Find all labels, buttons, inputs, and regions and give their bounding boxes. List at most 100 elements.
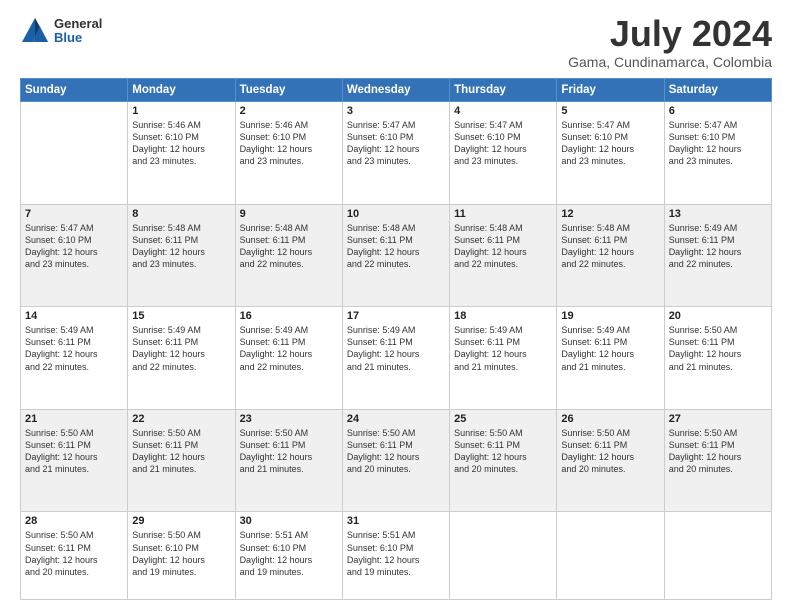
day-number: 3 bbox=[347, 105, 445, 117]
day-info: Sunrise: 5:49 AM Sunset: 6:11 PM Dayligh… bbox=[25, 324, 123, 373]
day-number: 30 bbox=[240, 515, 338, 527]
calendar-cell: 22 Sunrise: 5:50 AM Sunset: 6:11 PM Dayli… bbox=[128, 409, 235, 512]
col-wednesday: Wednesday bbox=[342, 79, 449, 102]
calendar-cell: 10Sunrise: 5:48 AM Sunset: 6:11 PM Dayli… bbox=[342, 204, 449, 307]
day-number: 22 bbox=[132, 413, 230, 425]
day-info: Sunrise: 5:50 AM Sunset: 6:11 PM Dayligh… bbox=[240, 427, 338, 476]
day-info: Sunrise: 5:46 AM Sunset: 6:10 PM Dayligh… bbox=[132, 119, 230, 168]
day-info: Sunrise: 5:48 AM Sunset: 6:11 PM Dayligh… bbox=[240, 222, 338, 271]
day-number: 10 bbox=[347, 208, 445, 220]
calendar-cell: 8Sunrise: 5:48 AM Sunset: 6:11 PM Daylig… bbox=[128, 204, 235, 307]
day-info: Sunrise: 5:49 AM Sunset: 6:11 PM Dayligh… bbox=[561, 324, 659, 373]
calendar-cell: 21 Sunrise: 5:50 AM Sunset: 6:11 PM Dayli… bbox=[21, 409, 128, 512]
calendar-cell bbox=[450, 512, 557, 600]
day-info: Sunrise: 5:50 AM Sunset: 6:11 PM Dayligh… bbox=[561, 427, 659, 476]
col-saturday: Saturday bbox=[664, 79, 771, 102]
day-info: Sunrise: 5:51 AM Sunset: 6:10 PM Dayligh… bbox=[240, 529, 338, 578]
day-number: 31 bbox=[347, 515, 445, 527]
col-tuesday: Tuesday bbox=[235, 79, 342, 102]
calendar-cell: 1 Sunrise: 5:46 AM Sunset: 6:10 PM Daylig… bbox=[128, 102, 235, 205]
day-number: 5 bbox=[561, 105, 659, 117]
calendar-cell: 14Sunrise: 5:49 AM Sunset: 6:11 PM Dayli… bbox=[21, 307, 128, 410]
day-number: 4 bbox=[454, 105, 552, 117]
day-info: Sunrise: 5:50 AM Sunset: 6:11 PM Dayligh… bbox=[347, 427, 445, 476]
day-info: Sunrise: 5:50 AM Sunset: 6:11 PM Dayligh… bbox=[669, 324, 767, 373]
day-number: 6 bbox=[669, 105, 767, 117]
day-info: Sunrise: 5:47 AM Sunset: 6:10 PM Dayligh… bbox=[669, 119, 767, 168]
day-number: 29 bbox=[132, 515, 230, 527]
calendar-cell: 15 Sunrise: 5:49 AM Sunset: 6:11 PM Dayli… bbox=[128, 307, 235, 410]
week-row-1: 1 Sunrise: 5:46 AM Sunset: 6:10 PM Daylig… bbox=[21, 102, 772, 205]
day-info: Sunrise: 5:50 AM Sunset: 6:11 PM Dayligh… bbox=[132, 427, 230, 476]
calendar-cell: 24 Sunrise: 5:50 AM Sunset: 6:11 PM Dayli… bbox=[342, 409, 449, 512]
day-number: 7 bbox=[25, 208, 123, 220]
calendar-cell: 23 Sunrise: 5:50 AM Sunset: 6:11 PM Dayli… bbox=[235, 409, 342, 512]
day-info: Sunrise: 5:47 AM Sunset: 6:10 PM Dayligh… bbox=[347, 119, 445, 168]
day-number: 27 bbox=[669, 413, 767, 425]
day-info: Sunrise: 5:49 AM Sunset: 6:11 PM Dayligh… bbox=[669, 222, 767, 271]
day-number: 20 bbox=[669, 310, 767, 322]
day-info: Sunrise: 5:47 AM Sunset: 6:10 PM Dayligh… bbox=[454, 119, 552, 168]
day-info: Sunrise: 5:48 AM Sunset: 6:11 PM Dayligh… bbox=[454, 222, 552, 271]
calendar-cell bbox=[557, 512, 664, 600]
day-info: Sunrise: 5:50 AM Sunset: 6:10 PM Dayligh… bbox=[132, 529, 230, 578]
day-number: 1 bbox=[132, 105, 230, 117]
day-number: 13 bbox=[669, 208, 767, 220]
day-number: 16 bbox=[240, 310, 338, 322]
day-info: Sunrise: 5:50 AM Sunset: 6:11 PM Dayligh… bbox=[25, 427, 123, 476]
calendar-cell: 2 Sunrise: 5:46 AM Sunset: 6:10 PM Daylig… bbox=[235, 102, 342, 205]
col-monday: Monday bbox=[128, 79, 235, 102]
day-number: 8 bbox=[132, 208, 230, 220]
calendar-table: Sunday Monday Tuesday Wednesday Thursday… bbox=[20, 78, 772, 600]
calendar-cell: 30 Sunrise: 5:51 AM Sunset: 6:10 PM Dayli… bbox=[235, 512, 342, 600]
day-info: Sunrise: 5:46 AM Sunset: 6:10 PM Dayligh… bbox=[240, 119, 338, 168]
day-info: Sunrise: 5:47 AM Sunset: 6:10 PM Dayligh… bbox=[561, 119, 659, 168]
day-number: 21 bbox=[25, 413, 123, 425]
header: General Blue July 2024 Gama, Cundinamarc… bbox=[20, 16, 772, 70]
day-info: Sunrise: 5:48 AM Sunset: 6:11 PM Dayligh… bbox=[561, 222, 659, 271]
logo-general: General bbox=[54, 17, 102, 31]
calendar-cell: 27 Sunrise: 5:50 AM Sunset: 6:11 PM Dayli… bbox=[664, 409, 771, 512]
day-info: Sunrise: 5:49 AM Sunset: 6:11 PM Dayligh… bbox=[132, 324, 230, 373]
day-number: 23 bbox=[240, 413, 338, 425]
col-friday: Friday bbox=[557, 79, 664, 102]
title-block: July 2024 Gama, Cundinamarca, Colombia bbox=[568, 16, 772, 70]
calendar-cell: 28Sunrise: 5:50 AM Sunset: 6:11 PM Dayli… bbox=[21, 512, 128, 600]
calendar-cell: 16 Sunrise: 5:49 AM Sunset: 6:11 PM Dayli… bbox=[235, 307, 342, 410]
calendar-cell: 4 Sunrise: 5:47 AM Sunset: 6:10 PM Daylig… bbox=[450, 102, 557, 205]
calendar-cell: 25Sunrise: 5:50 AM Sunset: 6:11 PM Dayli… bbox=[450, 409, 557, 512]
calendar-cell: 29 Sunrise: 5:50 AM Sunset: 6:10 PM Dayli… bbox=[128, 512, 235, 600]
day-number: 19 bbox=[561, 310, 659, 322]
calendar-cell bbox=[664, 512, 771, 600]
calendar-cell: 5 Sunrise: 5:47 AM Sunset: 6:10 PM Daylig… bbox=[557, 102, 664, 205]
logo-icon bbox=[20, 16, 50, 46]
week-row-3: 14Sunrise: 5:49 AM Sunset: 6:11 PM Dayli… bbox=[21, 307, 772, 410]
day-number: 12 bbox=[561, 208, 659, 220]
day-number: 9 bbox=[240, 208, 338, 220]
logo: General Blue bbox=[20, 16, 102, 46]
calendar-cell: 31 Sunrise: 5:51 AM Sunset: 6:10 PM Dayli… bbox=[342, 512, 449, 600]
day-number: 26 bbox=[561, 413, 659, 425]
week-row-4: 21 Sunrise: 5:50 AM Sunset: 6:11 PM Dayli… bbox=[21, 409, 772, 512]
logo-blue: Blue bbox=[54, 31, 102, 45]
day-number: 17 bbox=[347, 310, 445, 322]
day-number: 15 bbox=[132, 310, 230, 322]
week-row-5: 28Sunrise: 5:50 AM Sunset: 6:11 PM Dayli… bbox=[21, 512, 772, 600]
calendar-cell: 9 Sunrise: 5:48 AM Sunset: 6:11 PM Daylig… bbox=[235, 204, 342, 307]
calendar-cell: 12 Sunrise: 5:48 AM Sunset: 6:11 PM Dayli… bbox=[557, 204, 664, 307]
day-info: Sunrise: 5:50 AM Sunset: 6:11 PM Dayligh… bbox=[454, 427, 552, 476]
calendar-cell: 20 Sunrise: 5:50 AM Sunset: 6:11 PM Dayli… bbox=[664, 307, 771, 410]
day-number: 2 bbox=[240, 105, 338, 117]
title-location: Gama, Cundinamarca, Colombia bbox=[568, 54, 772, 70]
calendar-cell: 11 Sunrise: 5:48 AM Sunset: 6:11 PM Dayli… bbox=[450, 204, 557, 307]
day-number: 18 bbox=[454, 310, 552, 322]
calendar-cell: 19 Sunrise: 5:49 AM Sunset: 6:11 PM Dayli… bbox=[557, 307, 664, 410]
day-info: Sunrise: 5:49 AM Sunset: 6:11 PM Dayligh… bbox=[240, 324, 338, 373]
calendar-cell: 3 Sunrise: 5:47 AM Sunset: 6:10 PM Daylig… bbox=[342, 102, 449, 205]
day-info: Sunrise: 5:50 AM Sunset: 6:11 PM Dayligh… bbox=[669, 427, 767, 476]
logo-text: General Blue bbox=[54, 17, 102, 46]
calendar-cell: 18Sunrise: 5:49 AM Sunset: 6:11 PM Dayli… bbox=[450, 307, 557, 410]
day-number: 24 bbox=[347, 413, 445, 425]
day-info: Sunrise: 5:51 AM Sunset: 6:10 PM Dayligh… bbox=[347, 529, 445, 578]
day-number: 11 bbox=[454, 208, 552, 220]
